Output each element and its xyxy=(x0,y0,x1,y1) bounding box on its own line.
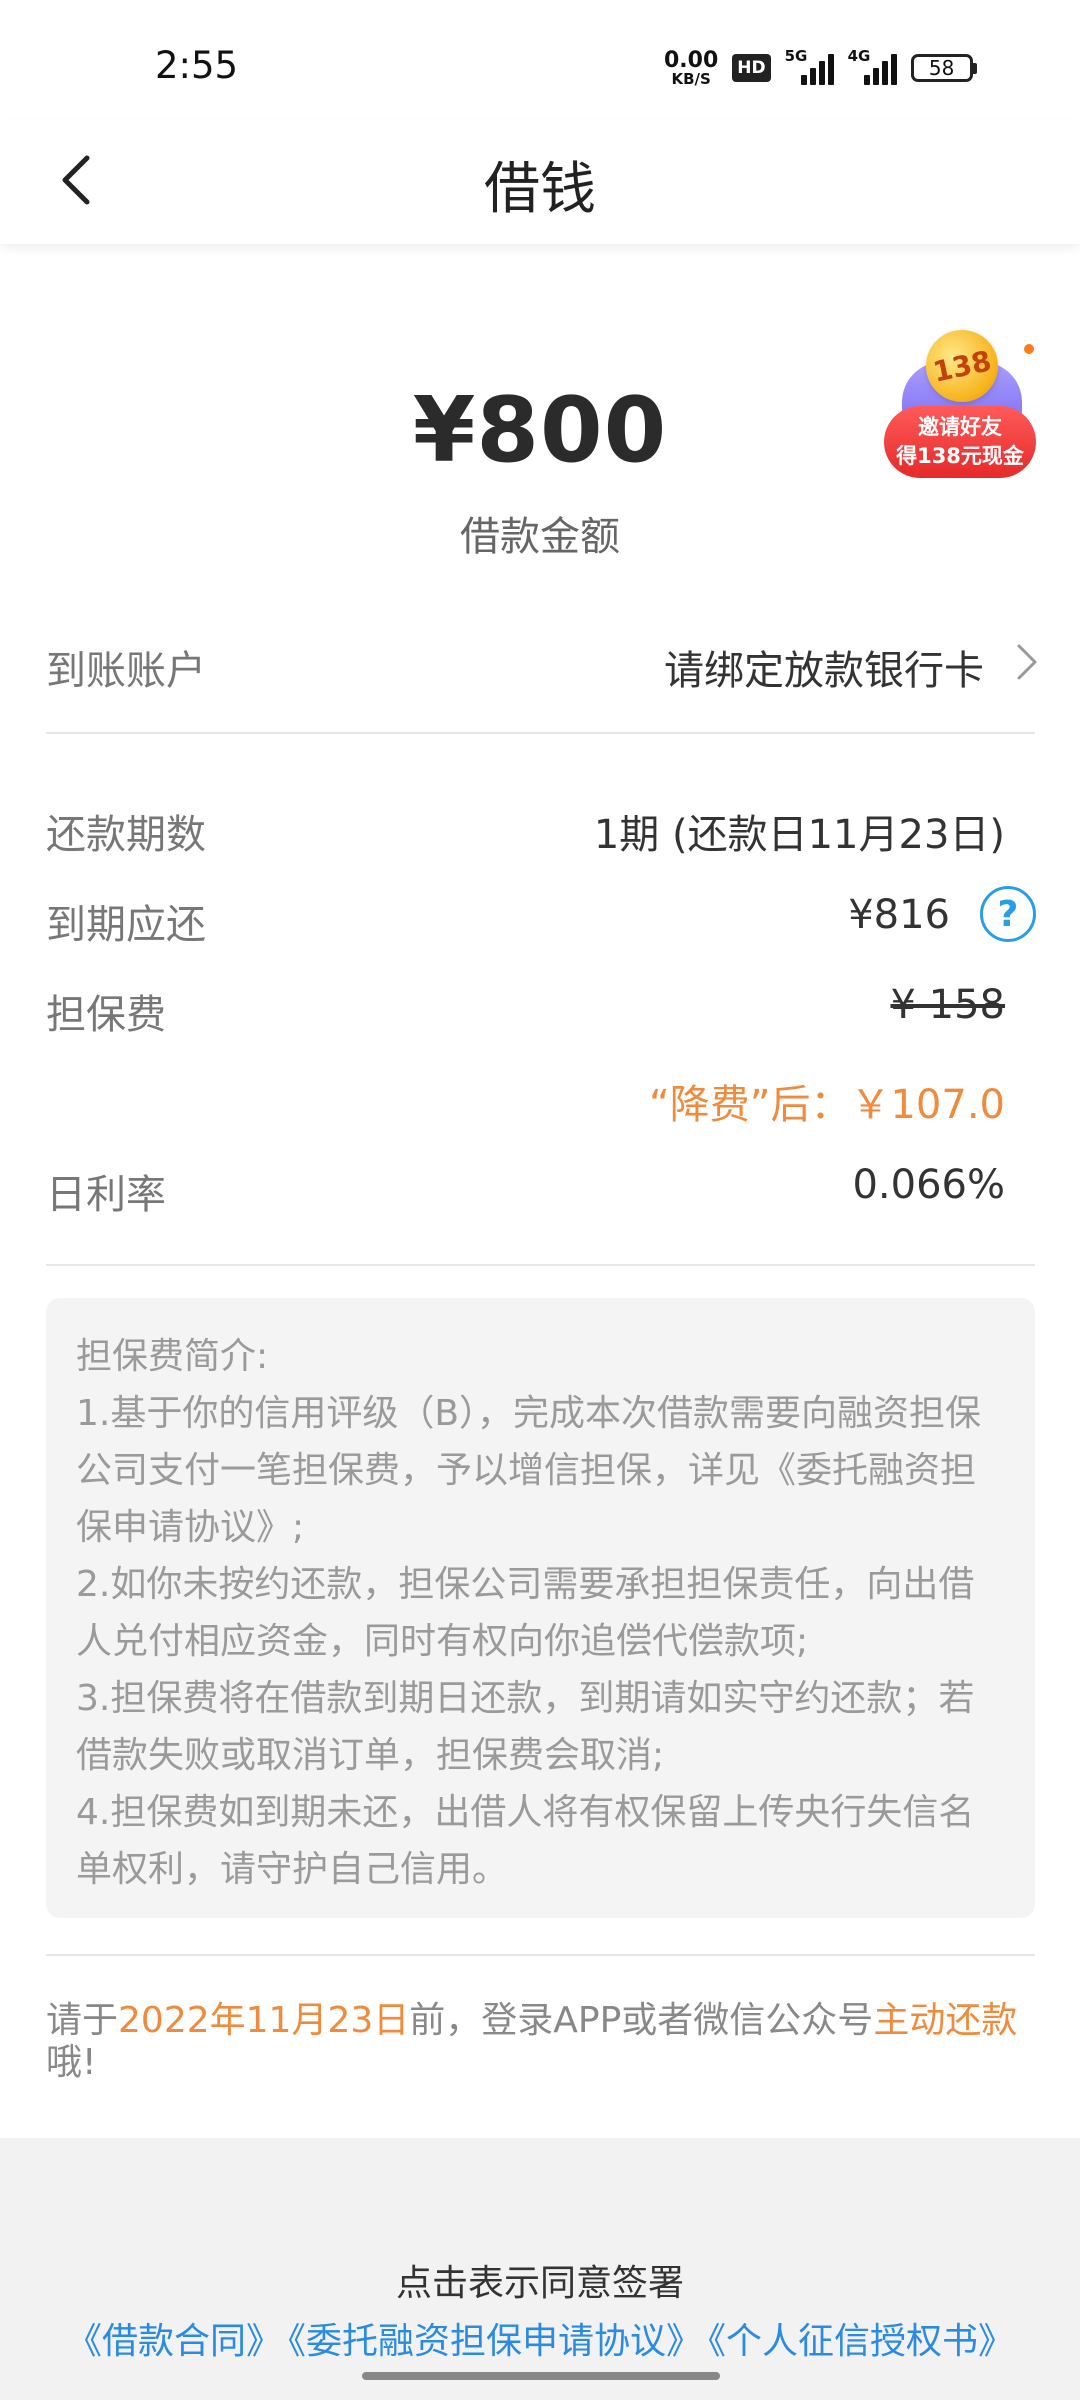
help-icon[interactable]: ? xyxy=(980,886,1036,942)
due-label: 到期应还 xyxy=(46,902,206,948)
repayment-notice: 请于2022年11月23日前，登录APP或者微信公众号主动还款哦! xyxy=(46,2000,1036,2084)
signal-5g-icon: 5G xyxy=(785,47,834,85)
battery-icon: 58 xyxy=(910,54,977,82)
periods-value: 1期 (还款日11月23日) xyxy=(593,812,1005,858)
fee-discount-value: “降费”后：￥107.0 xyxy=(649,1082,1005,1128)
loan-contract-link[interactable]: 《借款合同》 xyxy=(66,2321,282,2362)
promo-label: 邀请好友 得138元现金 xyxy=(884,406,1036,478)
home-indicator[interactable] xyxy=(362,2372,720,2380)
account-value: 请绑定放款银行卡 xyxy=(664,648,984,694)
signal-4g-label: 4G xyxy=(847,47,871,65)
chevron-right-icon xyxy=(1017,644,1037,680)
due-value: ¥816 xyxy=(848,892,950,938)
status-time: 2:55 xyxy=(155,44,239,87)
agreement-text: 点击表示同意签署 xyxy=(395,2263,684,2304)
promo-line-2: 得138元现金 xyxy=(896,444,1024,468)
account-label: 到账账户 xyxy=(46,648,206,694)
fee-original-value: ¥ 158 xyxy=(890,982,1005,1028)
battery-level: 58 xyxy=(910,54,973,82)
hd-voice-icon: HD xyxy=(732,54,771,82)
agreement-links: 《借款合同》 《委托融资担保申请协议》 《个人征信授权书》 xyxy=(0,2312,1080,2364)
guarantee-agreement-link[interactable]: 《委托融资担保申请协议》 xyxy=(288,2321,702,2362)
status-icons: 0.00 KB/S HD 5G 4G 58 xyxy=(664,46,977,90)
fee-info-item: 4.担保费如到期未还，出借人将有权保留上传央行失信名单权利，请守护自己信用。 xyxy=(76,1792,975,1890)
fee-label: 担保费 xyxy=(46,992,166,1038)
fee-info-item: 2.如你未按约还款，担保公司需要承担担保责任，向出借人兑付相应资金，同时有权向你… xyxy=(76,1564,975,1662)
fee-info-box: 担保费简介: 1.基于你的信用评级（B），完成本次借款需要向融资担保公司支付一笔… xyxy=(46,1298,1035,1918)
page-title: 借钱 xyxy=(484,157,596,222)
credit-authorization-link[interactable]: 《个人征信授权书》 xyxy=(708,2321,1014,2362)
network-speed-value: 0.00 xyxy=(664,47,719,73)
promo-line-1: 邀请好友 xyxy=(918,415,1002,439)
divider xyxy=(46,1954,1035,1956)
notice-text: 哦! xyxy=(46,2042,97,2083)
periods-label: 还款期数 xyxy=(46,812,206,858)
divider xyxy=(46,1264,1035,1266)
due-date-highlight: 2022年11月23日 xyxy=(118,2000,410,2041)
nav-bar: 借钱 xyxy=(0,120,1080,244)
fee-info-item: 3.担保费将在借款到期日还款，到期请如实守约还款；若借款失败或取消订单，担保费会… xyxy=(76,1678,975,1776)
network-speed: 0.00 KB/S xyxy=(664,47,719,88)
notice-text: 前，登录APP或者微信公众号 xyxy=(409,2000,874,2041)
signal-4g-icon: 4G xyxy=(848,47,897,85)
status-bar: 2:55 0.00 KB/S HD 5G 4G 58 xyxy=(0,0,1080,120)
network-speed-unit: KB/S xyxy=(671,69,711,88)
active-repay-link[interactable]: 主动还款 xyxy=(873,2000,1017,2041)
sparkle-icon xyxy=(1024,344,1034,354)
loan-amount-label: 借款金额 xyxy=(460,514,620,560)
divider xyxy=(46,732,1035,734)
signal-5g-label: 5G xyxy=(784,47,808,65)
rate-value: 0.066% xyxy=(852,1162,1005,1208)
loan-page: 2:55 0.00 KB/S HD 5G 4G 58 借钱 ¥800 借款金额 … xyxy=(0,0,1080,2400)
invite-promo-badge[interactable]: 138 邀请好友 得138元现金 xyxy=(884,323,1036,478)
fee-info-title: 担保费简介: xyxy=(76,1336,269,1377)
notice-text: 请于 xyxy=(46,2000,119,2041)
fee-info-item: 1.基于你的信用评级（B），完成本次借款需要向融资担保公司支付一笔担保费，予以增… xyxy=(76,1393,982,1548)
rate-label: 日利率 xyxy=(46,1172,166,1218)
